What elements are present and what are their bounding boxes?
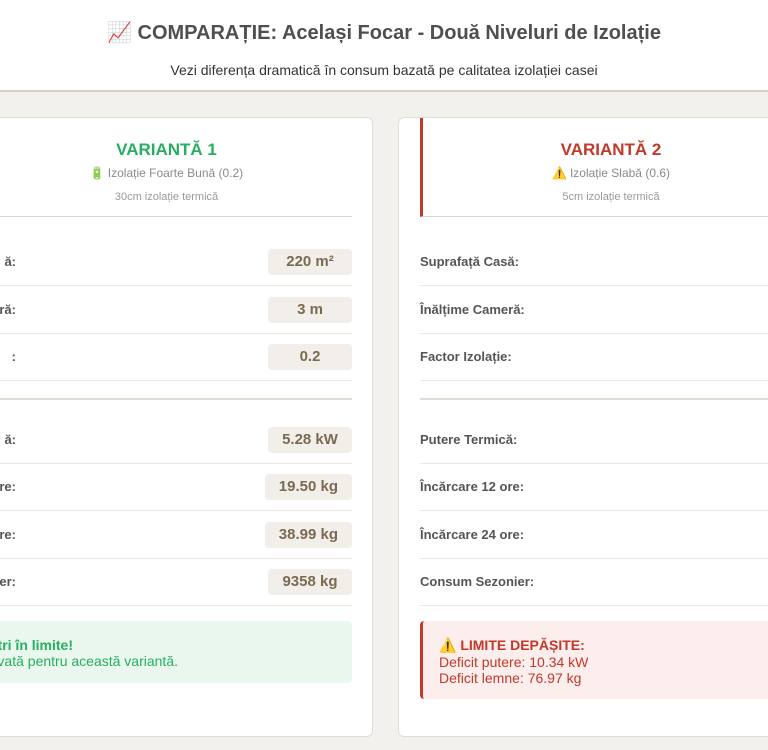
variant-1-row-insulation: : 0.2 xyxy=(0,333,352,381)
chart-trend-icon: 📈 xyxy=(107,22,132,44)
row-value: 220 m² xyxy=(268,249,352,275)
row-label: Suprafață Casă: xyxy=(420,254,519,269)
variant-1-card: VARIANTĂ 1 🔋 Izolație Foarte Bună (0.2) 3… xyxy=(0,117,373,737)
row-label: re: xyxy=(0,479,16,494)
variant-1-row-seasonal: nier: 9358 kg xyxy=(0,558,352,606)
section-divider xyxy=(420,398,768,400)
variant-1-title: VARIANTĂ 1 xyxy=(116,140,217,159)
variant-2-insulation-label: ⚠️ Izolație Slabă (0.6) xyxy=(423,166,768,180)
variant-1-insulation-label: 🔋 Izolație Foarte Bună (0.2) xyxy=(0,166,352,180)
status-title: ⚠️ LIMITE DEPĂȘITE: xyxy=(439,637,585,653)
row-label: Factor Izolație: xyxy=(420,349,512,364)
row-label: ră: xyxy=(0,302,16,317)
variant-2-row-surface: Suprafață Casă: xyxy=(420,238,768,286)
status-title: tri în limite! xyxy=(0,637,73,653)
variant-2-card: VARIANTĂ 2 ⚠️ Izolație Slabă (0.6) 5cm iz… xyxy=(398,117,768,737)
row-label: Consum Sezonier: xyxy=(420,574,535,589)
variant-2-row-load-24h: Încărcare 24 ore: xyxy=(420,511,768,559)
variant-2-title: VARIANTĂ 2 xyxy=(560,140,662,159)
row-value: 19.50 kg xyxy=(264,474,352,500)
row-label: ă: xyxy=(4,254,16,269)
variant-1-row-power: ă: 5.28 kW xyxy=(0,416,352,464)
wood-deficit-text: Deficit lemne: 76.97 kg xyxy=(439,670,582,686)
page-header: 📈 COMPARAȚIE: Același Focar - Două Nivel… xyxy=(0,0,768,92)
page-subtitle: Vezi diferența dramatică în consum bazat… xyxy=(170,62,598,78)
variant-1-row-load-12h: re: 19.50 kg xyxy=(0,463,352,511)
section-divider xyxy=(0,398,352,400)
status-text: adecvată pentru această variantă. xyxy=(0,653,178,669)
page-title-text: COMPARAȚIE: Același Focar - Două Nivelur… xyxy=(137,22,661,44)
row-label: Putere Termică: xyxy=(420,432,518,447)
row-label: : xyxy=(11,349,16,364)
warning-icon: ⚠️ xyxy=(551,166,567,180)
variant-2-row-height: Înălțime Cameră: xyxy=(420,286,768,334)
variant-1-insulation-text: Izolație Foarte Bună (0.2) xyxy=(107,166,244,180)
variant-1-header: VARIANTĂ 1 🔋 Izolație Foarte Bună (0.2) 3… xyxy=(0,118,352,217)
variant-1-insulation-note: 30cm izolație termică xyxy=(114,191,219,203)
row-label: ă: xyxy=(4,432,16,447)
variant-1-row-surface: ă: 220 m² xyxy=(0,238,352,286)
variant-2-row-load-12h: Încărcare 12 ore: xyxy=(420,463,768,511)
variant-1-status-ok: tri în limite! adecvată pentru această v… xyxy=(0,621,352,683)
row-value: 3 m xyxy=(268,297,352,323)
variant-1-row-height: ră: 3 m xyxy=(0,286,352,334)
row-value: 0.2 xyxy=(268,344,352,370)
variant-2-row-seasonal: Consum Sezonier: xyxy=(420,558,768,606)
battery-icon: 🔋 xyxy=(89,166,105,180)
row-label: Înălțime Cameră: xyxy=(420,302,525,317)
variant-1-row-load-24h: re: 38.99 kg xyxy=(0,511,352,559)
variant-2-insulation-note: 5cm izolație termică xyxy=(562,191,660,203)
variant-2-insulation-text: Izolație Slabă (0.6) xyxy=(569,166,670,180)
row-label: Încărcare 24 ore: xyxy=(420,527,525,542)
row-value: 5.28 kW xyxy=(268,427,352,453)
row-label: Încărcare 12 ore: xyxy=(420,479,525,494)
row-value: 9358 kg xyxy=(268,569,352,595)
row-label: re: xyxy=(0,527,16,542)
variant-2-status-exceeded: ⚠️ LIMITE DEPĂȘITE: Deficit putere: 10.3… xyxy=(420,621,768,699)
variant-2-row-insulation: Factor Izolație: xyxy=(420,333,768,381)
variant-2-row-power: Putere Termică: xyxy=(420,416,768,464)
row-label: nier: xyxy=(0,574,16,589)
page-title: 📈 COMPARAȚIE: Același Focar - Două Nivel… xyxy=(0,20,768,45)
power-deficit-text: Deficit putere: 10.34 kW xyxy=(439,654,589,670)
row-value: 38.99 kg xyxy=(264,522,352,548)
variant-2-header: VARIANTĂ 2 ⚠️ Izolație Slabă (0.6) 5cm iz… xyxy=(420,118,768,217)
